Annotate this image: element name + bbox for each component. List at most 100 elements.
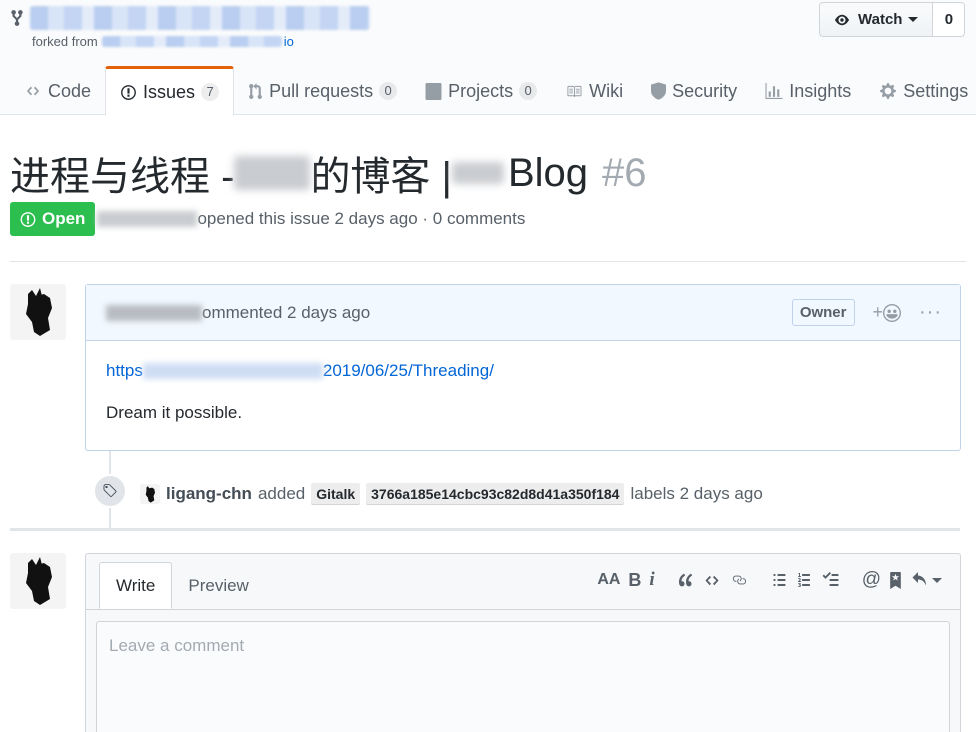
editor-tab-divider bbox=[86, 609, 960, 610]
tab-settings[interactable]: Settings bbox=[865, 66, 976, 116]
book-icon bbox=[567, 85, 582, 97]
forked-from-link-blurred[interactable] bbox=[101, 36, 282, 47]
gear-icon bbox=[880, 83, 897, 99]
timeline-divider bbox=[10, 528, 960, 531]
issue-opened-icon bbox=[121, 84, 136, 100]
chevron-down-icon bbox=[908, 17, 919, 22]
watch-button[interactable]: Watch bbox=[819, 2, 934, 37]
pull-requests-counter: 0 bbox=[379, 82, 398, 100]
editor-tabs: Write Preview bbox=[99, 562, 265, 609]
tab-code[interactable]: Code bbox=[10, 66, 105, 116]
list-ordered-icon[interactable] bbox=[796, 568, 813, 592]
event-actor[interactable]: ligang-chn bbox=[166, 484, 252, 504]
toolbar-group-insert bbox=[677, 568, 749, 592]
avatar[interactable] bbox=[10, 553, 66, 609]
issue-title-part1: 进程与线程 - bbox=[10, 155, 235, 199]
avatar[interactable] bbox=[10, 284, 66, 340]
repo-nav: Code Issues 7 Pull requests 0 Projects 0… bbox=[10, 66, 976, 116]
status-badge: Open bbox=[10, 202, 96, 236]
kebab-horizontal-icon[interactable]: ··· bbox=[919, 301, 942, 324]
status-label: Open bbox=[42, 209, 86, 228]
repo-name-blurred[interactable] bbox=[30, 6, 370, 30]
event-action: added bbox=[257, 484, 306, 503]
comment-body: https 2019/06/25/Threading/ Dream it pos… bbox=[86, 341, 960, 443]
code-icon bbox=[26, 86, 40, 96]
tag-badge bbox=[93, 474, 127, 508]
watch-label: Watch bbox=[858, 11, 903, 28]
bold-button[interactable]: B bbox=[628, 568, 641, 592]
avatar-image bbox=[140, 484, 160, 504]
toolbar-group-text: AA B i bbox=[597, 568, 654, 592]
comment-textarea-wrapper bbox=[96, 621, 950, 732]
comment-text: Dream it possible. bbox=[106, 403, 243, 422]
tab-pull-requests[interactable]: Pull requests 0 bbox=[234, 66, 411, 116]
add-reaction-button[interactable]: + bbox=[873, 302, 902, 323]
comment-editor: Write Preview AA B i @ Leave a comment bbox=[85, 553, 961, 732]
reply-icon[interactable] bbox=[910, 568, 942, 592]
comment-link[interactable]: https 2019/06/25/Threading/ bbox=[106, 361, 940, 381]
watch-control: Watch 0 bbox=[819, 2, 966, 37]
redacted-name bbox=[451, 162, 504, 184]
tab-label: Issues bbox=[143, 81, 196, 102]
comment-header: ommented 2 days ago Owner + ··· bbox=[86, 285, 960, 341]
watch-count[interactable]: 0 bbox=[933, 2, 966, 37]
italic-button[interactable]: i bbox=[649, 568, 654, 592]
comment-textarea[interactable] bbox=[97, 622, 949, 732]
label-gitalk[interactable]: Gitalk bbox=[311, 483, 361, 505]
redacted-name bbox=[234, 156, 311, 190]
eye-icon bbox=[835, 14, 849, 25]
issue-title: 进程与线程 - 的博客 | Blog #6 bbox=[10, 144, 647, 202]
code-icon[interactable] bbox=[703, 568, 721, 592]
tag-icon bbox=[103, 484, 117, 498]
issue-author-blurred[interactable] bbox=[97, 211, 198, 227]
repo-forked-icon bbox=[11, 10, 23, 26]
tab-issues[interactable]: Issues 7 bbox=[105, 66, 235, 116]
reaction-plus: + bbox=[872, 302, 884, 322]
avatar[interactable] bbox=[140, 484, 160, 504]
issue-number: #6 bbox=[602, 150, 647, 195]
smiley-icon bbox=[883, 303, 902, 322]
issue-meta: Open opened this issue 2 days ago · 0 co… bbox=[10, 202, 525, 236]
tab-write[interactable]: Write bbox=[99, 562, 173, 609]
forked-from-label: forked from bbox=[32, 34, 98, 49]
git-pull-request-icon bbox=[249, 82, 262, 99]
repo-header: forked from io Watch 0 Code Issues 7 Pul… bbox=[0, 0, 976, 116]
list-unordered-icon[interactable] bbox=[771, 568, 788, 592]
comment-link-blurred bbox=[142, 363, 323, 379]
issue-meta-text: opened this issue 2 days ago · 0 comment… bbox=[197, 209, 526, 228]
graph-icon bbox=[765, 82, 783, 99]
tab-security[interactable]: Security bbox=[637, 66, 751, 116]
project-icon bbox=[425, 82, 442, 100]
forked-from-link-suffix[interactable]: io bbox=[284, 34, 294, 49]
issue-title-part3: Blog bbox=[507, 150, 589, 195]
tab-label: Code bbox=[48, 80, 92, 101]
shield-icon bbox=[651, 82, 667, 100]
tab-insights[interactable]: Insights bbox=[751, 66, 865, 116]
issue-opened-icon bbox=[20, 211, 36, 227]
quote-icon[interactable] bbox=[677, 568, 695, 592]
bookmark-icon[interactable] bbox=[889, 568, 902, 592]
tab-wiki[interactable]: Wiki bbox=[551, 66, 637, 116]
link-icon[interactable] bbox=[729, 568, 749, 592]
title-divider bbox=[10, 261, 966, 262]
comment-meta: ommented 2 days ago bbox=[202, 302, 371, 322]
comment-link-suffix: 2019/06/25/Threading/ bbox=[322, 361, 494, 380]
label-hash[interactable]: 3766a185e14cbc93c82d8d41a350f184 bbox=[366, 483, 625, 505]
mention-icon[interactable]: @ bbox=[862, 568, 881, 592]
tab-projects[interactable]: Projects 0 bbox=[411, 66, 551, 116]
avatar-image bbox=[10, 284, 66, 340]
comment-author-blurred[interactable] bbox=[106, 304, 202, 321]
owner-badge: Owner bbox=[791, 299, 855, 326]
forked-from: forked from io bbox=[32, 34, 294, 49]
comment-link-prefix: https bbox=[106, 361, 143, 380]
header-text-button[interactable]: AA bbox=[597, 568, 620, 592]
label-event: ligang-chn added Gitalk 3766a185e14cbc93… bbox=[140, 483, 763, 505]
tab-label: Pull requests bbox=[269, 80, 374, 101]
tasklist-icon[interactable] bbox=[821, 568, 840, 592]
issues-counter: 7 bbox=[201, 83, 220, 101]
tab-preview[interactable]: Preview bbox=[172, 562, 264, 609]
chevron-down-icon bbox=[932, 577, 942, 583]
toolbar-group-misc: @ bbox=[862, 568, 942, 592]
markdown-toolbar: AA B i @ bbox=[575, 568, 942, 592]
repo-title[interactable] bbox=[10, 6, 370, 30]
